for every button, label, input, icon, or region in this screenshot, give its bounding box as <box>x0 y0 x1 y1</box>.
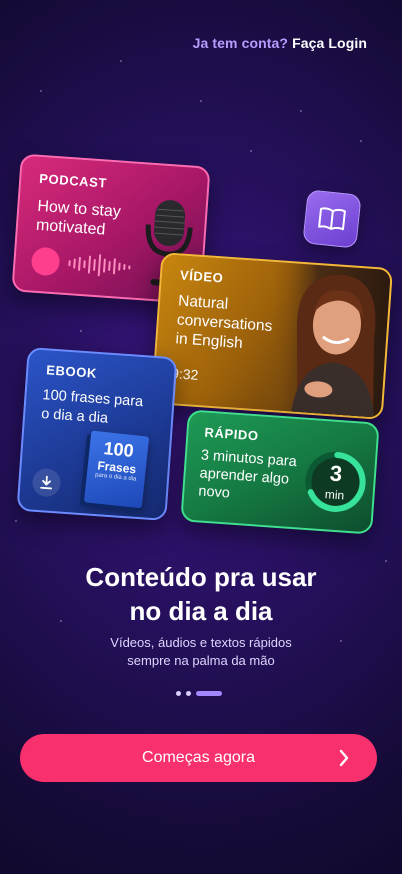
pagination-dot[interactable] <box>176 691 181 696</box>
login-link[interactable]: Ja tem conta? Faça Login <box>193 35 367 51</box>
download-icon <box>40 475 52 490</box>
video-kicker: VÍDEO <box>179 267 224 286</box>
ebook-badge[interactable] <box>302 189 362 249</box>
timer-ring: 3 min <box>301 448 369 516</box>
ebook-kicker: EBOOK <box>45 362 98 381</box>
pagination-dot[interactable] <box>186 691 191 696</box>
ebook-cover: 100 Frases para o dia a dia <box>83 430 150 509</box>
headline-line-1: Conteúdo pra usar <box>85 562 317 592</box>
podcast-kicker: PODCAST <box>38 170 108 191</box>
subtitle-line-2: sempre na palma da mão <box>127 653 275 668</box>
download-button[interactable] <box>31 467 62 498</box>
start-button-label: Começas agora <box>142 749 255 766</box>
video-title: Natural conversations in English <box>174 292 273 352</box>
open-book-icon <box>318 207 346 231</box>
rapido-card[interactable]: RÁPIDO 3 minutos para aprender algo novo… <box>180 409 380 535</box>
headline-line-2: no dia a dia <box>129 596 273 626</box>
timer-value: 3 <box>329 460 344 487</box>
page-subtitle: Vídeos, áudios e textos rápidos sempre n… <box>0 634 402 670</box>
login-link-text[interactable]: Faça Login <box>292 35 367 51</box>
podcast-title: How to stay motivated <box>35 197 122 239</box>
pagination-dots <box>176 691 222 696</box>
subtitle-line-1: Vídeos, áudios e textos rápidos <box>110 635 292 650</box>
ebook-title: 100 frases para o dia a dia <box>40 387 144 427</box>
audio-waveform-icon <box>68 254 131 277</box>
video-card[interactable]: VÍDEO Natural conversations in English 9… <box>150 252 394 420</box>
rapido-title: 3 minutos para aprender algo novo <box>197 447 298 502</box>
pagination-dot-active[interactable] <box>196 691 222 696</box>
chevron-right-icon <box>339 749 349 767</box>
rapido-kicker: RÁPIDO <box>204 424 260 444</box>
ebook-card[interactable]: EBOOK 100 frases para o dia a dia 100 Fr… <box>16 346 178 522</box>
start-button[interactable]: Começas agora <box>20 734 377 782</box>
page-headline: Conteúdo pra usar no dia a dia <box>0 560 402 628</box>
login-question: Ja tem conta? <box>192 35 289 51</box>
play-dot-icon[interactable] <box>30 246 61 277</box>
